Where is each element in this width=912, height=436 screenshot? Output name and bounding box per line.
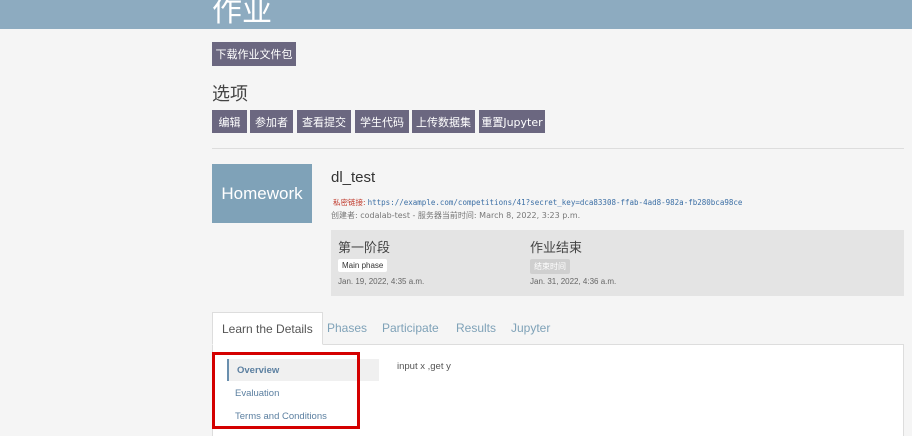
- tab-learn-the-details[interactable]: Learn the Details: [212, 312, 323, 345]
- tab-jupyter[interactable]: Jupyter: [511, 312, 550, 344]
- highlight-box: [212, 352, 360, 429]
- phase-2-badge: 结束时间: [530, 259, 570, 274]
- secret-link: 私密链接: https://example.com/competitions/4…: [333, 197, 742, 208]
- tab-results[interactable]: Results: [456, 312, 496, 344]
- secret-link-label: 私密链接:: [333, 198, 366, 207]
- phase-2-title: 作业结束: [530, 241, 583, 256]
- secret-link-url[interactable]: https://example.com/competitions/41?secr…: [368, 198, 743, 207]
- tab-phases[interactable]: Phases: [327, 312, 367, 344]
- phase-1-badge: Main phase: [338, 259, 388, 272]
- phase-2-date: Jan. 31, 2022, 4:36 a.m.: [530, 277, 617, 286]
- reset-jupyter-button[interactable]: 重置Jupyter: [479, 110, 545, 133]
- section-divider: [212, 148, 904, 149]
- creator-info: 创建者: codalab-test - 服务器当前时间: March 8, 20…: [331, 211, 581, 220]
- view-submissions-button[interactable]: 查看提交: [297, 110, 351, 133]
- competition-title: dl_test: [331, 169, 376, 186]
- phase-1-date: Jan. 19, 2022, 4:35 a.m.: [338, 277, 425, 286]
- competition-logo: Homework: [212, 164, 312, 223]
- participants-button[interactable]: 参加者: [250, 110, 293, 133]
- tab-participate[interactable]: Participate: [382, 312, 439, 344]
- overview-text: input x ,get y: [397, 361, 451, 372]
- page-title: 作业: [212, 0, 272, 29]
- student-code-button[interactable]: 学生代码: [355, 110, 409, 133]
- upload-dataset-button[interactable]: 上传数据集: [412, 110, 475, 133]
- edit-button[interactable]: 编辑: [212, 110, 247, 133]
- phase-panel: 第一阶段 Main phase Jan. 19, 2022, 4:35 a.m.…: [331, 230, 904, 296]
- options-title: 选项: [212, 84, 248, 105]
- phase-1-title: 第一阶段: [338, 241, 391, 256]
- header-banner: 作业: [0, 0, 912, 29]
- download-package-button[interactable]: 下载作业文件包: [212, 42, 296, 66]
